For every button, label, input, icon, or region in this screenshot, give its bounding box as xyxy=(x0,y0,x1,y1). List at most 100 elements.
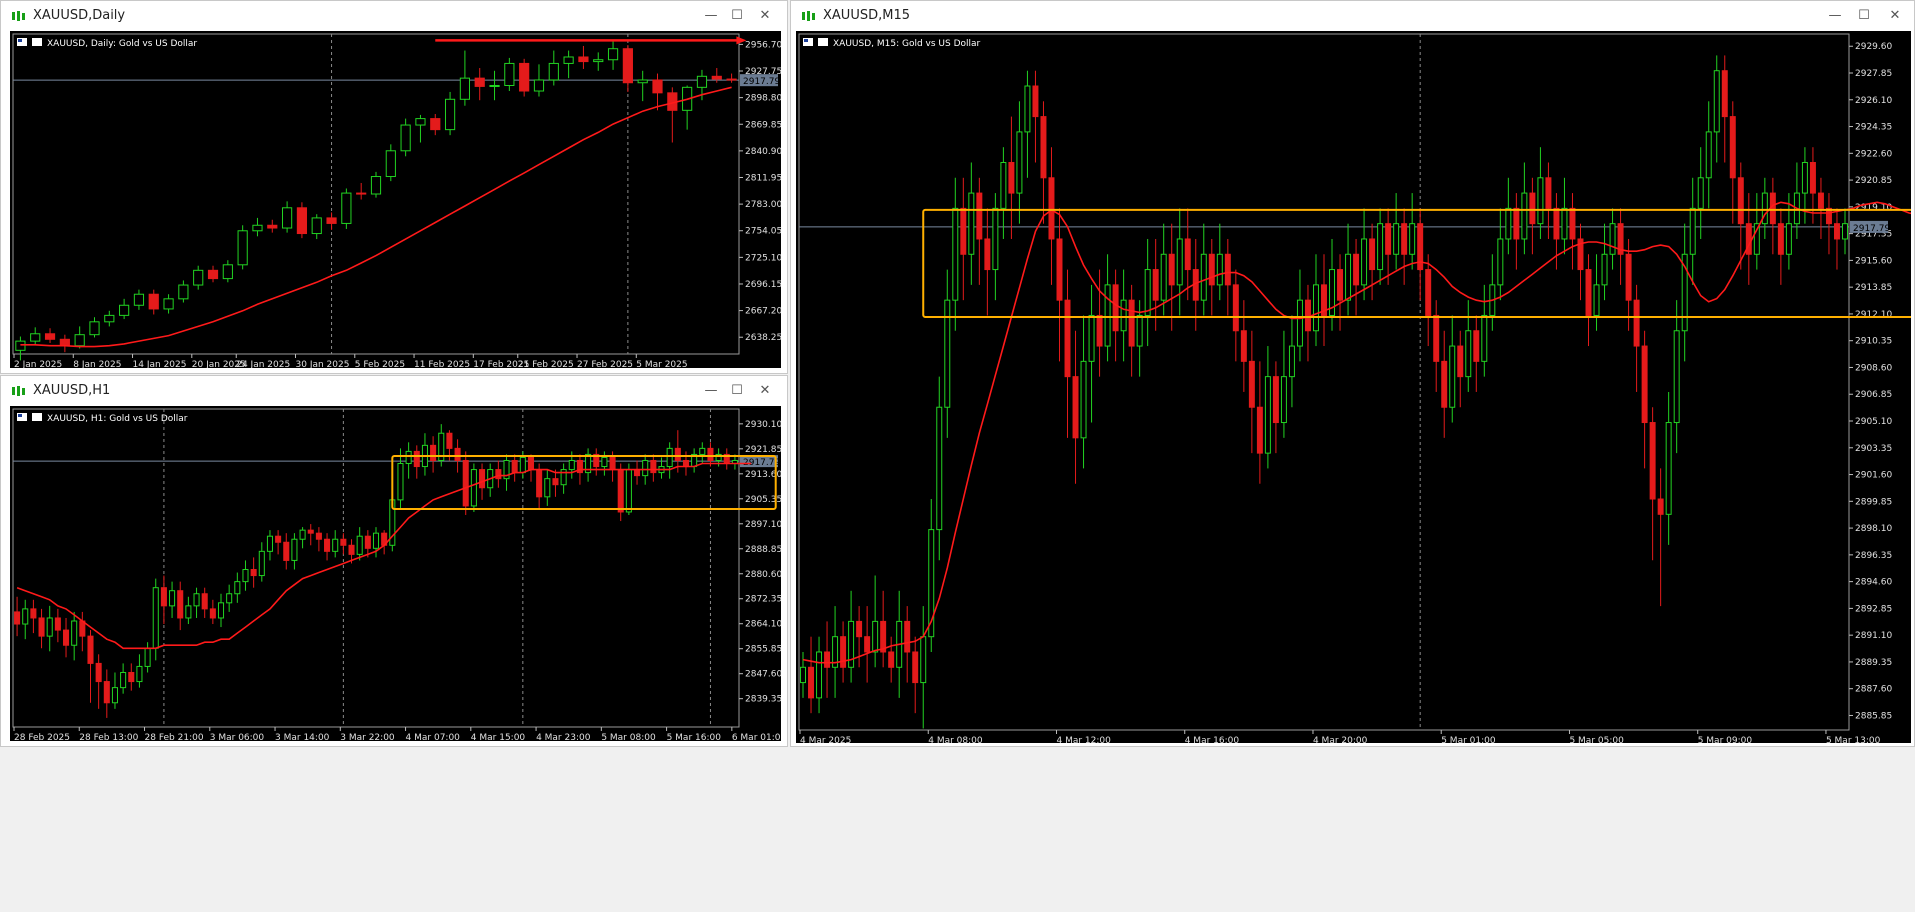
chart-window-icon xyxy=(802,11,815,21)
candle-body xyxy=(267,224,278,229)
close-button[interactable]: ✕ xyxy=(755,382,775,400)
candle-body xyxy=(642,459,649,477)
candle-body xyxy=(356,535,363,555)
candle-body xyxy=(1152,269,1159,301)
candle-body xyxy=(519,456,526,474)
x-tick-label: 5 Mar 2025 xyxy=(636,360,687,368)
candle-body xyxy=(275,535,282,543)
m15-plot-area[interactable]: XAUUSD, M15: Gold vs US Dollar 2929.60 292… xyxy=(796,31,1911,743)
daily-candlestick-chart: XAUUSD, Daily: Gold vs US Dollar 2956.70 2… xyxy=(12,33,781,368)
y-tick-label: 2910.35 xyxy=(1855,337,1892,347)
h1-chart-window[interactable]: XAUUSD,H1 — ☐ ✕ XAUUSD, H1: Gold vs US D… xyxy=(0,375,788,747)
candle-body xyxy=(1377,223,1384,271)
candle-body xyxy=(1016,131,1023,194)
candle-body xyxy=(1240,330,1247,362)
candle-body xyxy=(1216,253,1223,286)
candle-body xyxy=(504,62,515,86)
m15-title-bar[interactable]: XAUUSD,M15 — ☐ ✕ xyxy=(791,1,1914,31)
maximize-button[interactable]: ☐ xyxy=(727,382,747,400)
y-tick-label: 2898.10 xyxy=(1855,524,1892,534)
minimize-button[interactable]: — xyxy=(701,7,721,25)
h1-title-bar[interactable]: XAUUSD,H1 — ☐ ✕ xyxy=(1,376,787,406)
candle-body xyxy=(415,118,426,126)
candle-body xyxy=(495,469,502,480)
candle-body xyxy=(1248,360,1255,408)
minimize-button[interactable]: — xyxy=(701,382,721,400)
x-tick-label: 5 Feb 2025 xyxy=(355,360,405,368)
candle-body xyxy=(1457,345,1464,378)
candle-body xyxy=(652,79,663,94)
candle-body xyxy=(1601,253,1608,286)
candle-body xyxy=(1705,131,1712,179)
candle-body xyxy=(1184,238,1191,271)
candle-body xyxy=(160,587,167,607)
candle-body xyxy=(22,608,29,625)
x-tick-label: 27 Feb 2025 xyxy=(577,360,633,368)
candle-body xyxy=(470,469,477,507)
x-tick-label: 4 Mar 07:00 xyxy=(406,733,461,741)
candle-body xyxy=(226,593,233,604)
candle-body xyxy=(30,333,41,342)
candle-body xyxy=(1264,376,1271,454)
x-tick-label: 2 Jan 2025 xyxy=(14,360,62,368)
candle-body xyxy=(46,617,53,637)
x-tick-label: 4 Mar 12:00 xyxy=(1056,736,1111,743)
candle-body xyxy=(533,79,545,92)
maximize-button[interactable]: ☐ xyxy=(1854,7,1874,25)
daily-plot-area[interactable]: XAUUSD, Daily: Gold vs US Dollar 2956.70 2… xyxy=(10,31,781,368)
candle-body xyxy=(1000,161,1007,209)
y-tick-label: 2638.25 xyxy=(745,333,781,343)
candle-body xyxy=(372,532,380,549)
minimize-button[interactable]: — xyxy=(1825,7,1845,25)
y-tick-label: 2888.85 xyxy=(745,545,781,555)
close-button[interactable]: ✕ xyxy=(1885,7,1905,25)
candle-body xyxy=(148,293,159,310)
moving-average-line xyxy=(16,462,752,650)
candle-body xyxy=(459,77,470,100)
candle-body xyxy=(1689,207,1696,255)
candle-body xyxy=(250,569,257,577)
close-button[interactable]: ✕ xyxy=(755,7,775,25)
candle-body xyxy=(936,406,943,531)
candle-body xyxy=(1401,223,1408,255)
daily-title-bar[interactable]: XAUUSD,Daily — ☐ ✕ xyxy=(1,1,787,31)
candle-body xyxy=(912,651,919,684)
candle-body xyxy=(856,620,863,638)
x-tick-label: 11 Feb 2025 xyxy=(414,360,470,368)
candle-body xyxy=(489,84,500,87)
candle-body xyxy=(315,532,322,540)
candle-body xyxy=(1641,345,1648,424)
x-tick-label: 28 Feb 2025 xyxy=(14,733,70,741)
h1-plot-area[interactable]: XAUUSD, H1: Gold vs US Dollar 2930.10 2921… xyxy=(10,406,781,741)
candle-body xyxy=(242,569,249,583)
candle-body xyxy=(568,459,575,471)
candle-body xyxy=(1713,70,1720,133)
candle-body xyxy=(1513,207,1520,240)
m15-chart-window[interactable]: XAUUSD,M15 — ☐ ✕ XAUUSD, M15: Gold vs US… xyxy=(790,0,1915,747)
candle-body xyxy=(1425,269,1432,316)
y-tick-label: 2887.60 xyxy=(1855,685,1892,695)
y-tick-label: 2869.85 xyxy=(745,120,781,130)
candle-body xyxy=(1497,238,1504,286)
candle-body xyxy=(89,321,100,336)
flag-icon-canton xyxy=(804,39,808,42)
candle-body xyxy=(201,593,208,610)
candle-body xyxy=(1232,284,1239,332)
current-price-label: 2917.79 xyxy=(1853,224,1890,234)
candle-body xyxy=(968,192,975,255)
candle-body xyxy=(1224,253,1231,286)
candle-body xyxy=(111,687,118,704)
candle-body xyxy=(1144,269,1151,316)
candle-body xyxy=(711,75,722,80)
candle-body xyxy=(1409,223,1416,255)
candle-body xyxy=(1168,253,1175,286)
candle-body xyxy=(326,217,337,224)
candle-body xyxy=(193,269,204,286)
candle-body xyxy=(1561,207,1568,240)
daily-chart-window[interactable]: XAUUSD,Daily — ☐ ✕ XAUUSD, Daily: Gold v… xyxy=(0,0,788,374)
candle-body xyxy=(1441,360,1448,408)
maximize-button[interactable]: ☐ xyxy=(727,7,747,25)
candle-body xyxy=(178,284,189,300)
candle-body xyxy=(62,629,70,646)
candle-body xyxy=(880,620,887,653)
